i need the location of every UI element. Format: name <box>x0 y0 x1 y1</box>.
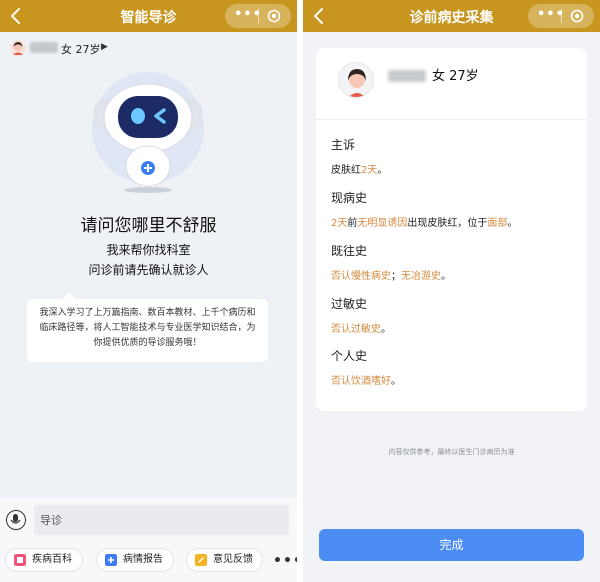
plain-text: 。 <box>377 165 388 176</box>
shortcut-feedback[interactable]: 意见反馈 <box>186 548 263 572</box>
shortcut-condition-report[interactable]: 病情报告 <box>96 548 174 572</box>
section-text-chief-complaint: 皮肤红2天。 <box>331 161 387 176</box>
plain-text: 。 <box>391 376 401 387</box>
greeting-title: 请问您哪里不舒服 <box>80 216 217 236</box>
patient-avatar-icon <box>10 40 26 56</box>
section-heading-allergy-history: 过敏史 <box>331 297 368 311</box>
patient-name-blurred <box>388 70 426 82</box>
book-icon <box>14 554 26 566</box>
section-text-personal-history: 否认饮酒嗜好。 <box>331 372 401 387</box>
plain-text: 。 <box>507 218 518 229</box>
close-target-icon[interactable] <box>570 9 584 23</box>
history-collection-screen: 诊前病史采集 ••• 女 27岁 主诉 皮肤红2天。 现病史 2天前无明显诱因出… <box>303 0 600 582</box>
more-options-icon[interactable]: ••• <box>234 6 261 26</box>
highlighted-term: 面部 <box>487 218 508 229</box>
intro-bubble: 我深入学习了上万篇指南、数百本教材、上千个病历和临床路径等，将人工智能技术与专业… <box>27 299 268 362</box>
close-target-icon[interactable] <box>267 9 281 23</box>
section-heading-personal-history: 个人史 <box>331 349 368 363</box>
plus-icon <box>105 554 117 566</box>
greeting-subtitle: 我来帮你找科室 <box>106 243 191 257</box>
done-button[interactable]: 完成 <box>319 529 584 561</box>
shortcut-label: 意见反馈 <box>213 554 253 565</box>
history-card: 女 27岁 主诉 皮肤红2天。 现病史 2天前无明显诱因出现皮肤红，位于面部。 … <box>316 48 587 411</box>
disclaimer: 内容仅供参考，最终以医生门诊病历为准 <box>388 448 515 456</box>
mini-program-capsule: ••• <box>528 4 594 28</box>
plain-text: 皮肤红 <box>331 165 361 176</box>
highlighted-term: 否认慢性病史 <box>331 271 391 282</box>
patient-info[interactable]: 女 27岁 <box>61 41 101 57</box>
highlighted-term: 2天 <box>331 218 348 229</box>
plain-text: ； <box>391 271 401 282</box>
top-bar: 诊前病史采集 ••• <box>303 0 600 32</box>
highlighted-term: 2天 <box>361 165 378 176</box>
plain-text: 出现皮肤红，位于 <box>407 218 488 229</box>
more-options-icon[interactable]: ••• <box>537 6 564 26</box>
robot-mascot-icon <box>92 72 204 193</box>
greeting-hint: 问诊前请先确认就诊人 <box>88 263 209 277</box>
plain-text: 。 <box>381 324 391 335</box>
highlighted-term: 否认过敏史 <box>331 324 381 335</box>
mini-program-capsule: ••• <box>225 4 291 28</box>
capsule-divider <box>561 9 562 23</box>
smart-triage-screen: 智能导诊 ••• 女 27岁 ▶ 请问您哪里不舒服 我来帮你找科室 问诊前请先确… <box>0 0 297 582</box>
plain-text: 。 <box>441 271 451 282</box>
patient-avatar <box>338 62 374 98</box>
section-heading-present-illness: 现病史 <box>331 191 368 205</box>
top-bar: 智能导诊 ••• <box>0 0 297 32</box>
shortcut-label: 疾病百科 <box>32 554 72 565</box>
feedback-icon <box>195 554 207 566</box>
highlighted-term: 无冶游史 <box>401 271 441 282</box>
microphone-icon[interactable] <box>6 510 26 530</box>
section-heading-chief-complaint: 主诉 <box>331 138 356 152</box>
female-avatar-icon <box>348 69 366 97</box>
patient-switch-arrow-icon[interactable]: ▶ <box>101 42 108 52</box>
section-heading-past-history: 既往史 <box>331 244 368 258</box>
card-divider <box>316 119 587 120</box>
patient-name-blurred <box>30 42 58 53</box>
highlighted-term: 无明显诱因 <box>357 218 408 229</box>
more-shortcuts-icon[interactable]: ••• <box>273 553 297 569</box>
shortcut-label: 病情报告 <box>123 554 163 565</box>
message-input[interactable]: 导诊 <box>34 505 289 535</box>
section-text-present-illness: 2天前无明显诱因出现皮肤红，位于面部。 <box>331 214 517 229</box>
plain-text: 前 <box>347 218 358 229</box>
section-text-past-history: 否认慢性病史；无冶游史。 <box>331 267 451 282</box>
highlighted-term: 否认饮酒嗜好 <box>331 376 391 387</box>
section-text-allergy-history: 否认过敏史。 <box>331 320 391 335</box>
patient-info: 女 27岁 <box>432 69 479 84</box>
shortcut-disease-encyclopedia[interactable]: 疾病百科 <box>5 548 83 572</box>
capsule-divider <box>258 9 259 23</box>
